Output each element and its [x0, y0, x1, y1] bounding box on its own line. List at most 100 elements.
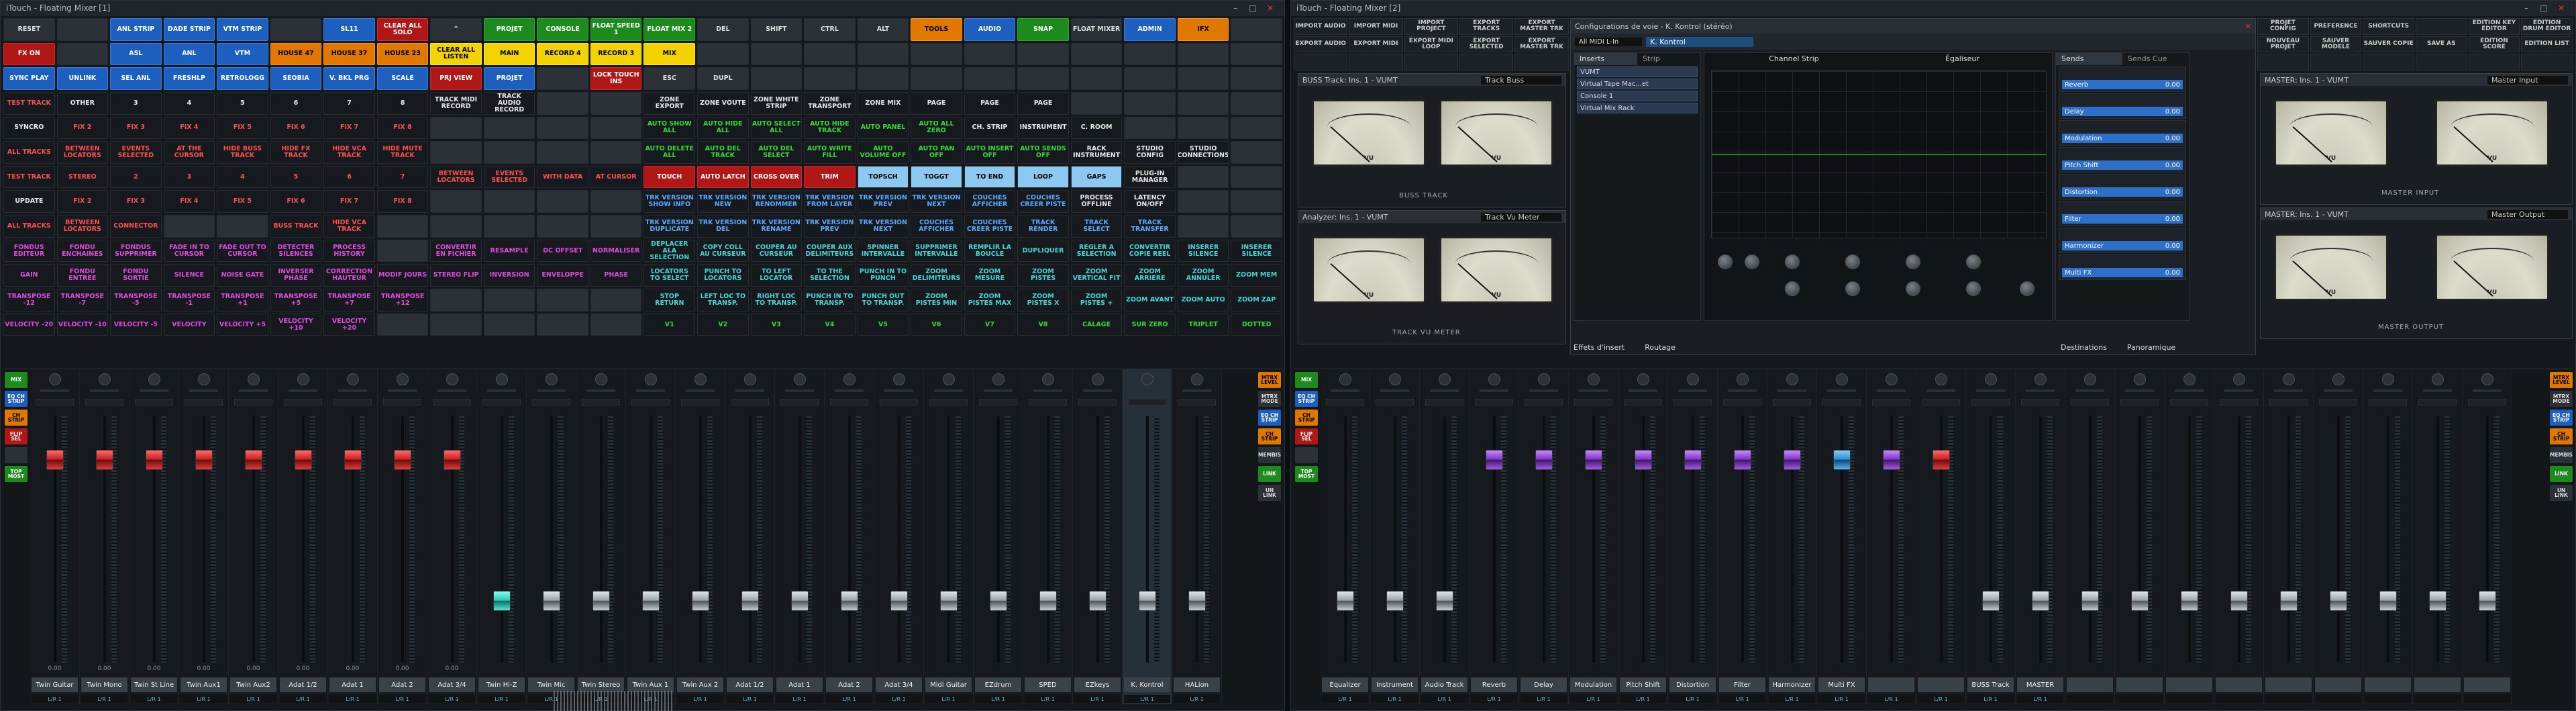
cmd-transpose-7-button[interactable]: TRANSPOSE -7	[56, 289, 109, 312]
cmd-blank-button[interactable]	[537, 67, 588, 90]
send-slot[interactable]: Harmonizer 0.00	[2059, 228, 2186, 253]
close-icon[interactable]: ✕	[1261, 3, 1279, 13]
cmd-ctrl-button[interactable]: CTRL	[804, 18, 856, 41]
cmd-trk-version-renommer-button[interactable]: TRK VERSION RENOMMER	[750, 190, 803, 214]
read-write-buttons[interactable]	[1376, 399, 1414, 406]
volume-fader[interactable]	[790, 591, 809, 611]
pan-knob[interactable]	[346, 373, 359, 385]
cmd-trk-version-rename-button[interactable]: TRK VERSION RENAME	[750, 215, 803, 238]
cmd-blank-button[interactable]	[483, 289, 535, 312]
cmd-blank-button[interactable]	[1231, 141, 1282, 164]
pan-knob[interactable]	[1835, 373, 1848, 385]
output-routing[interactable]: L/R 1	[1124, 695, 1170, 703]
cmd-sl11-button[interactable]: SL11	[323, 18, 375, 41]
pan-knob[interactable]	[297, 373, 309, 385]
volume-fader[interactable]	[2279, 591, 2298, 611]
volume-fader[interactable]	[2230, 591, 2248, 611]
cmd-dupliquer-button[interactable]: DUPLIQUER	[1017, 239, 1069, 263]
cmd-dotted-button[interactable]: DOTTED	[1231, 313, 1282, 336]
cmd-velocity-5-button[interactable]: VELOCITY -5	[110, 313, 162, 336]
cmd-track-select-button[interactable]: TRACK SELECT	[1070, 215, 1123, 238]
cmd-process-history-button[interactable]: PROCESS HISTORY	[323, 239, 375, 263]
cmd-right-loc-to-transp-button[interactable]: RIGHT LOC TO TRANSP.	[750, 289, 803, 312]
volume-fader[interactable]	[95, 450, 113, 470]
cmd-loop-button[interactable]: LOOP	[1017, 165, 1069, 189]
cmd-to-the-selection-button[interactable]: TO THE SELECTION	[804, 264, 856, 287]
projet-config-button[interactable]: PROJET CONFIG	[2257, 18, 2309, 35]
channel-name[interactable]: Filter	[1719, 677, 1765, 692]
eq1-freq-knob[interactable]	[1785, 281, 1800, 296]
cmd-zoom-delimiteurs-button[interactable]: ZOOM DELIMITEURS	[911, 264, 962, 287]
output-routing[interactable]: L/R 1	[1769, 695, 1815, 703]
export-tracks-button[interactable]: EXPORT TRACKS	[1459, 18, 1514, 35]
cmd-v-bkl-prg-button[interactable]: V. BKL PRG	[323, 67, 375, 90]
pan-knob[interactable]	[2282, 373, 2295, 385]
channel-name[interactable]: SPED	[1025, 677, 1071, 692]
cmd-to-left-locator-button[interactable]: TO LEFT LOCATOR	[750, 264, 803, 287]
channel-name[interactable]: Adat 1	[329, 677, 376, 692]
shortcuts-button[interactable]: SHORTCUTS	[2363, 18, 2414, 35]
edition-score-button[interactable]: EDITION SCORE	[2468, 36, 2520, 53]
cmd-hide-fx-track-button[interactable]: HIDE FX TRACK	[270, 141, 322, 164]
channel-name[interactable]: Twin Aux2	[230, 677, 276, 692]
output-routing[interactable]	[2365, 695, 2411, 703]
cmd-punch-in-to-punch-button[interactable]: PUNCH IN TO PUNCH	[857, 264, 909, 287]
channel-name[interactable]: Pitch Shift	[1620, 677, 1666, 692]
send-slot[interactable]: Reverb 0.00	[2059, 66, 2186, 92]
cmd-enveloppe-button[interactable]: ENVELOPPE	[537, 264, 588, 287]
cmd-transpose-5-button[interactable]: TRANSPOSE +5	[270, 289, 322, 312]
tab-effets-insert[interactable]: Effets d'insert	[1574, 343, 1625, 352]
channel-name[interactable]: BUSS Track	[1967, 677, 2014, 692]
read-write-buttons[interactable]	[1425, 399, 1463, 406]
cmd-blank-button[interactable]	[1177, 67, 1229, 90]
cmd-clear-all-solo-button[interactable]: CLEAR ALL SOLO	[376, 18, 429, 41]
read-write-buttons[interactable]	[532, 399, 570, 406]
pan-knob[interactable]	[2381, 373, 2394, 385]
cmd-fix-2-button[interactable]: FIX 2	[56, 116, 109, 140]
pan-knob[interactable]	[495, 373, 508, 385]
read-write-buttons[interactable]	[1822, 399, 1861, 406]
cmd-blank-button[interactable]	[430, 215, 482, 238]
cmd-record-4-button[interactable]: RECORD 4	[537, 42, 588, 66]
eq4-freq-knob[interactable]	[1966, 281, 1981, 296]
cmd-3-button[interactable]: 3	[110, 91, 162, 115]
volume-fader[interactable]	[890, 591, 908, 611]
volume-fader[interactable]	[1733, 450, 1751, 470]
read-write-buttons[interactable]	[284, 399, 322, 406]
channel-name[interactable]: Adat 2	[826, 677, 872, 692]
mtrx-mode-button[interactable]: MTRX MODE	[1258, 391, 1281, 407]
channel-name[interactable]: Harmonizer	[1769, 677, 1815, 692]
eq-curve-display[interactable]	[1711, 70, 2047, 238]
read-write-buttons[interactable]	[482, 399, 521, 406]
cmd-gaps-button[interactable]: GAPS	[1070, 165, 1123, 189]
read-write-buttons[interactable]	[1326, 399, 1364, 406]
output-routing[interactable]	[2067, 695, 2113, 703]
read-write-buttons[interactable]	[1525, 399, 1563, 406]
cmd-between-locators-button[interactable]: BETWEEN LOCATORS	[56, 215, 109, 238]
cmd-reset-button[interactable]: RESET	[3, 18, 55, 41]
cmd-retrologg-button[interactable]: RETROLOGG	[217, 67, 268, 90]
cmd-fx-on-button[interactable]: FX ON	[3, 42, 55, 66]
tab-strip[interactable]: Strip	[1637, 53, 1700, 65]
output-routing[interactable]	[2464, 695, 2510, 703]
cmd-all-tracks-button[interactable]: ALL TRACKS	[3, 141, 55, 164]
cmd-stereo-flip-button[interactable]: STEREO FLIP	[430, 264, 482, 287]
read-write-buttons[interactable]	[1872, 399, 1910, 406]
cmd-zoom-arriere-button[interactable]: ZOOM ARRIERE	[1124, 264, 1176, 287]
pan-knob[interactable]	[2332, 373, 2345, 385]
cmd-blank-button[interactable]	[590, 190, 642, 214]
pan-knob[interactable]	[1587, 373, 1600, 385]
pan-knob[interactable]	[197, 373, 210, 385]
cmd-blank-button[interactable]	[1177, 91, 1229, 115]
cmd-all-tracks-button[interactable]: ALL TRACKS	[3, 215, 55, 238]
output-routing[interactable]: L/R 1	[181, 695, 227, 703]
volume-fader[interactable]	[691, 591, 709, 611]
channel-name[interactable]	[2067, 677, 2113, 692]
cmd-page-button[interactable]: PAGE	[911, 91, 962, 115]
read-write-buttons[interactable]	[2369, 399, 2407, 406]
volume-fader[interactable]	[2031, 591, 2049, 611]
volume-fader[interactable]	[1833, 450, 1851, 470]
volume-fader[interactable]	[641, 591, 660, 611]
preset-field[interactable]: Master Output	[2487, 209, 2568, 219]
output-routing[interactable]: L/R 1	[1074, 695, 1121, 703]
